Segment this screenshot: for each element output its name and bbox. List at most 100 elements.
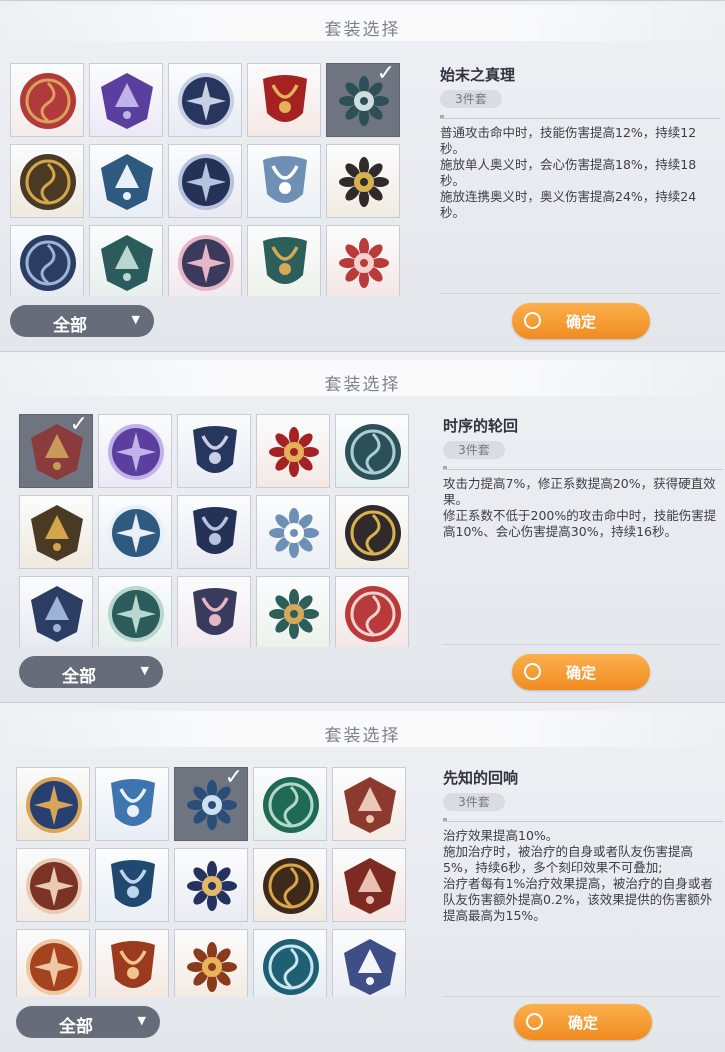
divider <box>443 821 723 822</box>
set-icon-cell[interactable]: ✓ <box>326 63 400 137</box>
confirm-button[interactable]: 确定 <box>514 1004 652 1040</box>
set-icon-cell[interactable] <box>256 414 330 488</box>
set-icon-cell[interactable] <box>98 576 172 647</box>
set-icon-cell[interactable] <box>98 495 172 569</box>
set-icon-cell[interactable] <box>335 414 409 488</box>
icy-mountain-orb-icon <box>108 505 164 561</box>
set-icon-cell[interactable] <box>335 495 409 569</box>
set-icon-cell[interactable] <box>177 414 251 488</box>
set-icon-cell[interactable] <box>89 63 163 137</box>
filter-dropdown[interactable]: 全部 ▼ <box>10 305 154 337</box>
set-pieces-badge: 3件套 <box>443 793 505 811</box>
teal-dragon-medallion-icon <box>263 939 319 995</box>
icy-mountain-orb-icon <box>101 154 153 210</box>
set-icon-cell[interactable] <box>253 848 327 922</box>
set-icon-cell[interactable] <box>335 576 409 647</box>
set-icon-grid: ✓ <box>16 767 406 997</box>
set-icon-cell[interactable] <box>326 144 400 218</box>
blue-wave-ring-icon <box>111 860 155 907</box>
gold-lotus-mask-icon <box>31 505 83 561</box>
suit-selection-panel-2: 套装选择 ✓ 全部 ▼ 时序的轮回 3件套 攻击力提高7%，修正系数提高20%，… <box>0 351 725 703</box>
radiant-arch-medallion-icon <box>26 939 82 995</box>
effect-line: 施加治疗时，被治疗的自身或者队友伤害提高5%，持续6秒，多个刻印效果不可叠加; <box>443 844 694 875</box>
set-icon-cell[interactable] <box>168 225 242 296</box>
effect-line: 修正系数不低于200%的攻击命中时，技能伤害提高10%、会心伤害提高30%，持续… <box>443 508 717 539</box>
suit-selection-panel-1: 套装选择 ✓ 全部 ▼ 始末之真理 3件套 普通攻击命中时，技能伤害提高12%，… <box>0 0 725 352</box>
effect-line: 普通攻击命中时，技能伤害提高12%，持续12秒。 <box>440 125 697 156</box>
set-effect-description: 普通攻击命中时，技能伤害提高12%，持续12秒。 施放单人奥义时，会心伤害提高1… <box>440 125 716 221</box>
confirm-label: 确定 <box>567 1014 598 1032</box>
checkmark-icon: ✓ <box>224 767 243 790</box>
set-icon-cell[interactable] <box>89 225 163 296</box>
suit-selection-panel-3: 套装选择 ✓ 全部 ▼ 先知的回响 3件套 治疗效果提高10%。 施加治疗时，被… <box>0 702 725 1052</box>
crossed-swords-shield-icon <box>345 586 401 642</box>
golden-sun-medallion-icon <box>187 942 237 992</box>
set-pieces-badge: 3件套 <box>443 441 505 459</box>
set-icon-cell[interactable] <box>247 63 321 137</box>
set-icon-grid: ✓ <box>19 414 409 647</box>
set-icon-cell[interactable] <box>98 414 172 488</box>
set-icon-cell[interactable]: ✓ <box>174 767 248 841</box>
set-icon-cell[interactable] <box>168 144 242 218</box>
set-icon-cell[interactable] <box>247 225 321 296</box>
panel-header: 套装选择 <box>0 711 725 747</box>
set-name: 始末之真理 <box>440 66 516 84</box>
black-gold-pyramid-icon <box>339 157 389 207</box>
set-icon-cell[interactable] <box>16 848 90 922</box>
set-icon-cell[interactable] <box>89 144 163 218</box>
divider <box>443 469 723 470</box>
filter-dropdown[interactable]: 全部 ▼ <box>16 1006 160 1038</box>
set-icon-cell[interactable] <box>95 929 169 997</box>
blue-spear-hexagon-icon <box>111 779 155 826</box>
phoenix-medallion-icon <box>111 941 155 988</box>
set-icon-cell[interactable]: ✓ <box>19 414 93 488</box>
violet-crystal-spire-icon <box>101 73 153 129</box>
set-icon-cell[interactable] <box>16 929 90 997</box>
set-icon-cell[interactable] <box>332 848 406 922</box>
effect-line: 治疗者每有1%治疗效果提高，被治疗的自身或者队友伤害额外提高0.2%，该效果提供… <box>443 876 713 923</box>
effect-line: 治疗效果提高10%。 <box>443 828 559 843</box>
filter-dropdown[interactable]: 全部 ▼ <box>19 656 163 688</box>
set-icon-cell[interactable] <box>177 576 251 647</box>
set-icon-cell[interactable] <box>174 929 248 997</box>
set-icon-cell[interactable] <box>10 225 84 296</box>
ram-horn-medallion-icon <box>344 858 396 914</box>
caret-down-icon: ▼ <box>131 313 140 326</box>
set-icon-cell[interactable] <box>256 495 330 569</box>
set-icon-cell[interactable] <box>19 495 93 569</box>
crimson-swirl-crest-icon <box>20 73 76 129</box>
set-icon-cell[interactable] <box>174 848 248 922</box>
set-icon-cell[interactable] <box>332 929 406 997</box>
checkmark-icon: ✓ <box>376 63 395 86</box>
jade-dragon-coil-icon <box>101 235 153 291</box>
golden-scales-medallion-icon <box>263 858 319 914</box>
set-icon-cell[interactable] <box>253 929 327 997</box>
pharaoh-seal-icon <box>263 237 307 284</box>
set-name: 时序的轮回 <box>443 417 519 435</box>
confirm-button[interactable]: 确定 <box>512 654 650 690</box>
filter-label: 全部 <box>62 667 96 687</box>
set-icon-cell[interactable] <box>332 767 406 841</box>
red-horned-shield-icon <box>269 427 319 477</box>
set-icon-cell[interactable] <box>16 767 90 841</box>
set-icon-cell[interactable] <box>168 63 242 137</box>
set-icon-cell[interactable] <box>326 225 400 296</box>
set-icon-cell[interactable] <box>10 63 84 137</box>
set-icon-cell[interactable] <box>95 848 169 922</box>
white-glacier-star-icon <box>263 156 307 203</box>
set-icon-cell[interactable] <box>177 495 251 569</box>
set-icon-cell[interactable] <box>19 576 93 647</box>
indigo-wolf-moon-icon <box>178 154 234 210</box>
black-gold-pyramid-icon <box>345 505 401 561</box>
set-icon-cell[interactable] <box>10 144 84 218</box>
set-icon-cell[interactable] <box>247 144 321 218</box>
set-icon-cell[interactable] <box>256 576 330 647</box>
panel-header: 套装选择 <box>0 360 725 396</box>
confirm-button[interactable]: 确定 <box>512 303 650 339</box>
caret-down-icon: ▼ <box>137 1014 146 1027</box>
effect-line: 攻击力提高7%，修正系数提高20%，获得硬直效果。 <box>443 476 716 507</box>
set-icon-cell[interactable] <box>253 767 327 841</box>
crossed-swords-shield-icon <box>339 238 389 288</box>
effect-line: 施放单人奥义时，会心伤害提高18%，持续18秒。 <box>440 157 697 188</box>
set-icon-cell[interactable] <box>95 767 169 841</box>
